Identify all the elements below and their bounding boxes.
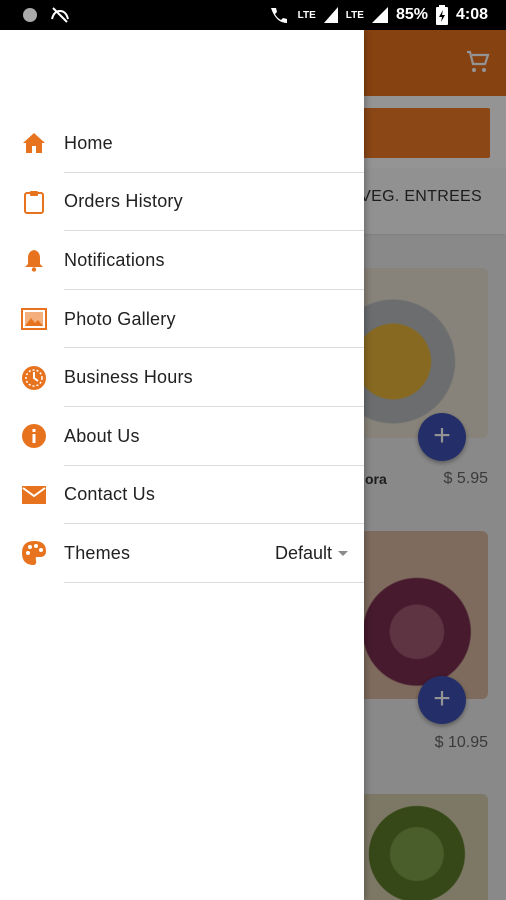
theme-select-value: Default — [274, 542, 332, 563]
drawer-item-notifications[interactable]: Notifications — [0, 231, 364, 290]
status-bar: LTE LTE 85% 4:08 — [0, 0, 506, 30]
clock-icon — [0, 365, 64, 391]
no-sync-icon — [51, 7, 69, 23]
network-type-1: LTE — [297, 9, 316, 21]
signal-icon — [323, 7, 338, 23]
drawer-item-label: Photo Gallery — [64, 308, 176, 329]
battery-percent: 85% — [395, 6, 428, 23]
drawer-item-label: Home — [64, 132, 113, 153]
drawer-item-label: Themes — [64, 542, 131, 563]
drawer-item-label: Contact Us — [64, 484, 156, 505]
network-type-2: LTE — [345, 9, 364, 21]
dropdown-caret-icon — [338, 550, 348, 556]
divider — [64, 581, 364, 583]
wifi-call-icon — [270, 8, 287, 23]
drawer-item-contact-us[interactable]: Contact Us — [0, 466, 364, 525]
drawer-item-home[interactable]: Home — [0, 114, 364, 173]
battery-charging-icon — [435, 5, 448, 25]
drawer-menu: Home Orders History Notifications Photo … — [0, 114, 364, 583]
drawer-item-orders-history[interactable]: Orders History — [0, 173, 364, 232]
record-icon — [23, 8, 37, 22]
mail-icon — [0, 484, 64, 506]
drawer-item-label: Notifications — [64, 249, 165, 270]
clipboard-icon — [0, 190, 64, 214]
info-icon — [0, 423, 64, 449]
drawer-item-label: Orders History — [64, 191, 183, 212]
drawer-item-label: About Us — [64, 425, 140, 446]
navigation-drawer: Home Orders History Notifications Photo … — [0, 30, 364, 900]
clock-time: 4:08 — [455, 6, 488, 23]
signal-icon-2 — [371, 7, 388, 23]
photo-icon — [0, 307, 64, 331]
drawer-item-business-hours[interactable]: Business Hours — [0, 348, 364, 407]
drawer-item-themes[interactable]: Themes Default — [0, 524, 364, 583]
drawer-item-about-us[interactable]: About Us — [0, 407, 364, 466]
bell-icon — [0, 248, 64, 273]
drawer-item-photo-gallery[interactable]: Photo Gallery — [0, 290, 364, 349]
home-icon — [0, 131, 64, 155]
theme-select[interactable]: Default — [275, 524, 348, 583]
drawer-item-label: Business Hours — [64, 367, 193, 388]
palette-icon — [0, 540, 64, 566]
